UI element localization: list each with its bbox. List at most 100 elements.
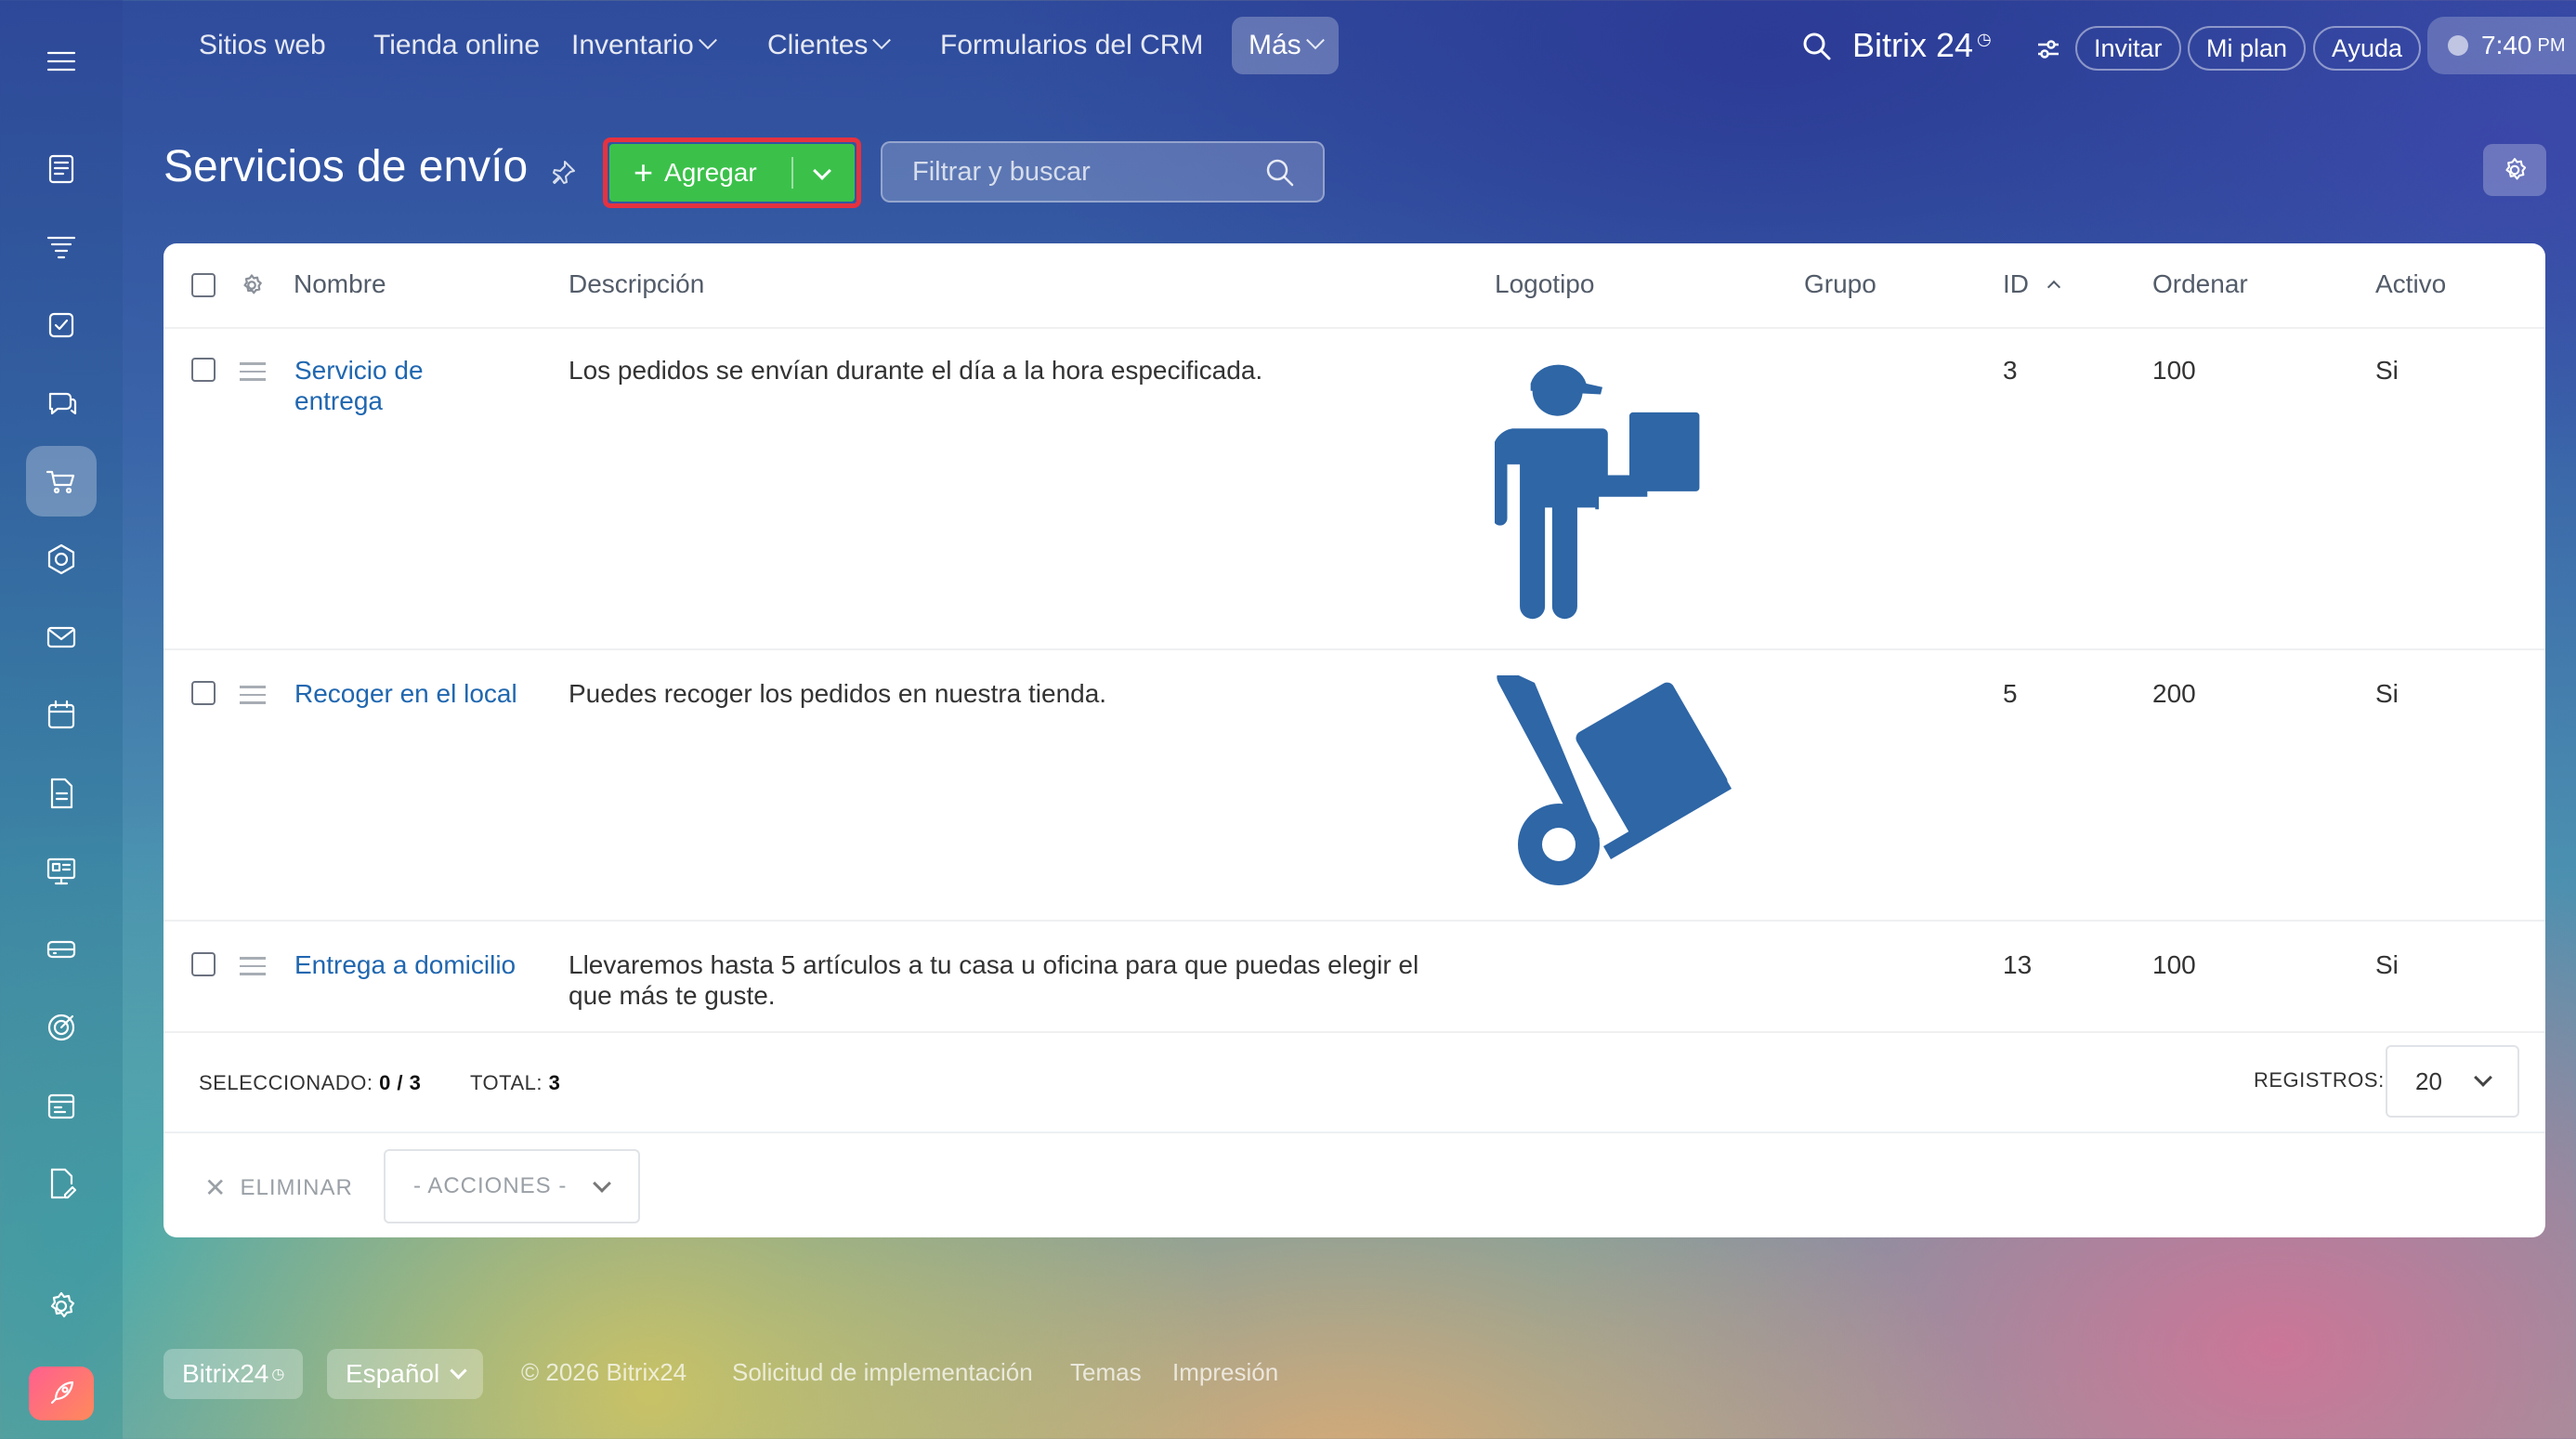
chevron-down-icon (1305, 31, 1325, 50)
nav-sitios-web[interactable]: Sitios web (182, 17, 343, 74)
document-icon[interactable] (26, 758, 97, 829)
nav-clientes[interactable]: Clientes (751, 17, 905, 74)
column-header-group[interactable]: Grupo (1804, 269, 1876, 299)
sliders-icon[interactable] (2034, 35, 2062, 63)
plan-label: Mi plan (2206, 33, 2288, 62)
row-checkbox[interactable] (191, 952, 216, 976)
column-header-id-label: ID (2003, 269, 2029, 298)
actions-placeholder: - ACCIONES - (413, 1173, 568, 1198)
footer-brand-button[interactable]: Bitrix24 ◷ (163, 1349, 304, 1399)
delete-button[interactable]: ✕ ELIMINAR (204, 1172, 353, 1203)
row-name-link[interactable]: Entrega a domicilio (294, 949, 517, 980)
sort-ascending-icon (2046, 280, 2060, 294)
drag-handle-icon[interactable] (240, 362, 266, 386)
column-header-name[interactable]: Nombre (294, 269, 386, 299)
tasks-icon[interactable] (26, 290, 97, 360)
row-divider (163, 920, 2545, 922)
delete-label: ELIMINAR (240, 1174, 353, 1200)
nav-mas[interactable]: Más (1232, 17, 1339, 74)
brand-name: Bitrix 24 (1852, 26, 1974, 64)
row-divider (163, 1031, 2545, 1033)
pin-icon[interactable] (548, 158, 578, 188)
page-settings-button[interactable] (2483, 144, 2546, 196)
nav-formularios-crm[interactable]: Formularios del CRM (923, 17, 1220, 74)
search-icon[interactable] (1263, 156, 1297, 190)
close-icon: ✕ (204, 1173, 228, 1202)
clock-mark-icon: ◷ (271, 1367, 285, 1382)
row-id: 5 (2003, 679, 2018, 708)
row-active: Si (2375, 950, 2399, 979)
calendar-icon[interactable] (26, 680, 97, 751)
brand-logo[interactable]: Bitrix 24 ◷ (1852, 26, 1992, 65)
nav-inventario[interactable]: Inventario (555, 17, 731, 74)
my-plan-button[interactable]: Mi plan (2188, 26, 2307, 71)
total-value: 3 (548, 1071, 561, 1094)
help-button[interactable]: Ayuda (2313, 26, 2422, 71)
column-header-id[interactable]: ID (2003, 269, 2060, 299)
gear-icon (2505, 158, 2527, 180)
header-divider (163, 327, 2545, 329)
implementation-request-link[interactable]: Solicitud de implementación (732, 1358, 1033, 1387)
target-icon[interactable] (26, 992, 97, 1063)
language-label: Español (346, 1359, 440, 1388)
mail-icon[interactable] (26, 602, 97, 673)
column-header-sort[interactable]: Ordenar (2152, 269, 2248, 299)
delivery-person-icon (1492, 355, 1710, 629)
actions-select[interactable]: - ACCIONES - (384, 1149, 640, 1223)
themes-link[interactable]: Temas (1070, 1358, 1142, 1387)
drag-handle-icon[interactable] (240, 957, 266, 981)
sign-document-icon[interactable] (26, 1148, 97, 1219)
row-id: 3 (2003, 356, 2018, 385)
hard-drive-icon[interactable] (26, 914, 97, 985)
menu-icon[interactable] (26, 26, 97, 97)
column-header-active[interactable]: Activo (2375, 269, 2446, 299)
row-name-link[interactable]: Servicio de entrega (294, 355, 517, 416)
column-settings-gear-icon[interactable] (238, 271, 266, 299)
delivery-services-table: Nombre Descripción Logotipo Grupo ID Ord… (163, 243, 2545, 1237)
chevron-down-icon (450, 1361, 467, 1380)
records-per-page-select[interactable]: 20 (2386, 1045, 2519, 1118)
language-select[interactable]: Español (327, 1349, 484, 1399)
chevron-down-icon (593, 1174, 611, 1193)
select-all-checkbox[interactable] (191, 273, 216, 297)
chevron-down-icon (698, 31, 717, 50)
chevron-down-icon[interactable] (813, 162, 831, 180)
settings-gear-icon[interactable] (26, 1271, 97, 1341)
feed-icon[interactable] (26, 134, 97, 204)
crm-funnel-icon[interactable] (26, 212, 97, 282)
selected-value: 0 / 3 (379, 1071, 422, 1094)
nav-label: Tienda online (373, 30, 541, 60)
chat-icon[interactable] (26, 368, 97, 438)
drag-handle-icon[interactable] (240, 686, 266, 710)
print-link[interactable]: Impresión (1172, 1358, 1278, 1387)
selected-label: SELECCIONADO: (199, 1071, 373, 1094)
nav-label: Inventario (571, 30, 694, 60)
row-checkbox[interactable] (191, 358, 216, 382)
row-checkbox[interactable] (191, 681, 216, 705)
clock-widget[interactable]: 7:40 PM (2427, 17, 2576, 74)
column-header-description[interactable]: Descripción (569, 269, 704, 299)
nav-label: Más (1249, 30, 1301, 60)
nav-label: Clientes (767, 30, 869, 60)
rocket-icon[interactable] (29, 1367, 94, 1420)
row-name-link[interactable]: Recoger en el local (294, 678, 517, 709)
actions-divider (163, 1132, 2545, 1133)
filter-placeholder: Filtrar y buscar (912, 156, 1091, 187)
clock-icon (2448, 35, 2468, 56)
page-title: Servicios de envío (163, 142, 529, 191)
nav-tienda-online[interactable]: Tienda online (357, 17, 556, 74)
column-header-logo[interactable]: Logotipo (1495, 269, 1594, 299)
row-active: Si (2375, 356, 2399, 385)
row-divider (163, 648, 2545, 650)
store-cart-icon[interactable] (26, 446, 97, 517)
filter-search-input[interactable]: Filtrar y buscar (881, 141, 1325, 203)
selected-count: SELECCIONADO: 0 / 3 (199, 1071, 421, 1095)
schedule-icon[interactable] (26, 1070, 97, 1141)
clock-time: 7:40 (2481, 31, 2532, 59)
search-icon[interactable] (1800, 30, 1834, 63)
hexagon-icon[interactable] (26, 524, 97, 595)
add-button[interactable]: + Agregar (609, 144, 855, 202)
workgroup-board-icon[interactable] (26, 836, 97, 907)
invite-button[interactable]: Invitar (2075, 26, 2181, 71)
row-sort: 100 (2152, 356, 2196, 385)
